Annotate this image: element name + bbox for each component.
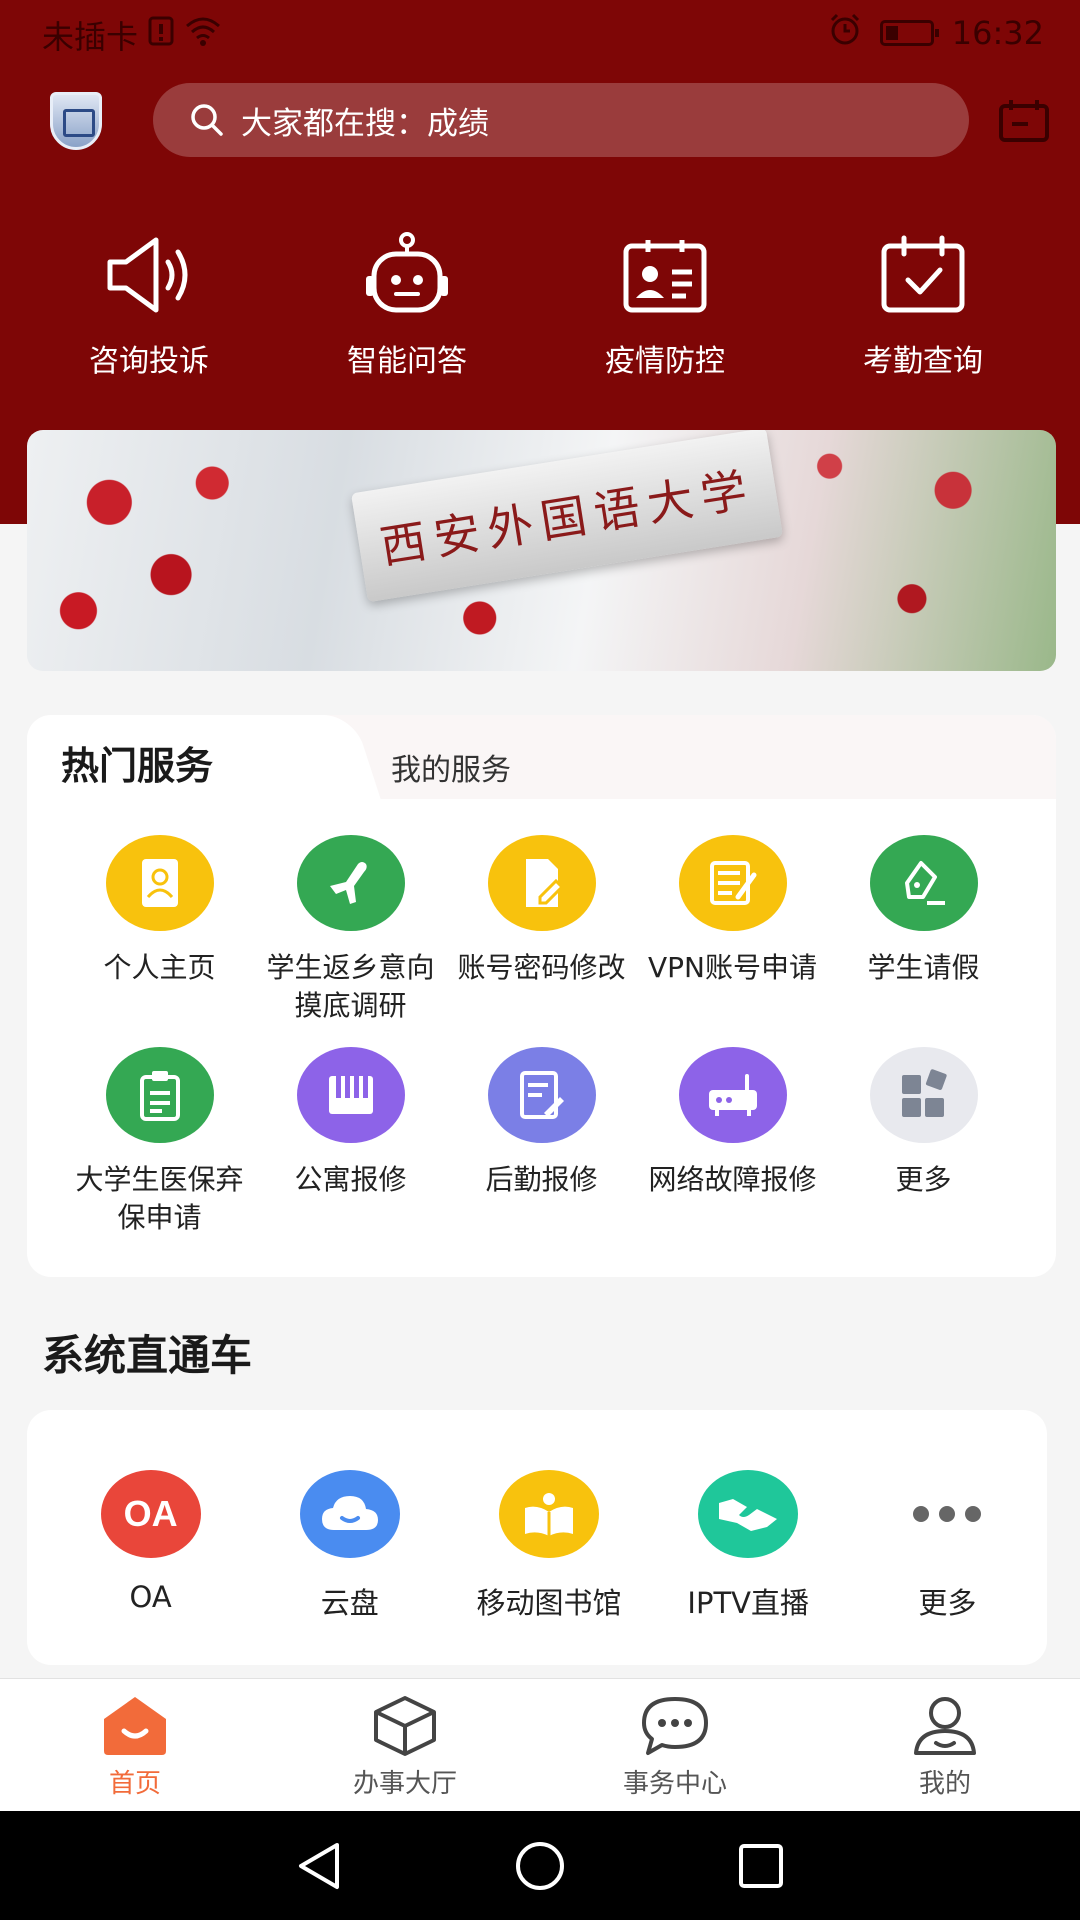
university-logo[interactable] bbox=[50, 92, 102, 150]
system-item-iptv[interactable]: IPTV直播 bbox=[649, 1470, 848, 1622]
services-tab-bar: 热门服务 我的服务 bbox=[27, 715, 1056, 799]
speaker-icon bbox=[107, 237, 188, 313]
nav-tab-affairs-center[interactable]: 事务中心 bbox=[540, 1679, 810, 1811]
service-label: 学生返乡意向摸底调研 bbox=[266, 951, 435, 1022]
search-bar[interactable]: 大家都在搜：成绩 bbox=[153, 83, 969, 157]
system-item-library[interactable]: 移动图书馆 bbox=[449, 1470, 648, 1622]
system-label: 云盘 bbox=[320, 1586, 379, 1620]
grid-more-icon bbox=[869, 1047, 978, 1143]
quick-nav: 咨询投诉 智能问答 疫情防控 考勤查询 bbox=[0, 232, 1080, 380]
service-label: 个人主页 bbox=[103, 951, 216, 984]
nav-tab-mine[interactable]: 我的 bbox=[810, 1679, 1080, 1811]
pen-icon bbox=[869, 835, 978, 931]
nav-tab-label: 首页 bbox=[108, 1769, 161, 1799]
search-icon bbox=[191, 104, 223, 136]
battery-icon bbox=[879, 20, 939, 46]
service-item-network-repair[interactable]: 网络故障报修 bbox=[637, 1047, 828, 1237]
service-item-logistics-repair[interactable]: 后勤报修 bbox=[446, 1047, 637, 1237]
form-icon bbox=[678, 835, 787, 931]
user-icon bbox=[914, 1697, 976, 1755]
campus-banner[interactable]: 西安外国语大学 bbox=[27, 430, 1056, 671]
system-label: 更多 bbox=[918, 1586, 977, 1620]
home-icon bbox=[104, 1697, 166, 1755]
quick-item-label: 咨询投诉 bbox=[89, 344, 209, 379]
nav-tab-service-hall[interactable]: 办事大厅 bbox=[270, 1679, 540, 1811]
service-item-vpn[interactable]: VPN账号申请 bbox=[637, 835, 828, 1025]
service-label: VPN账号申请 bbox=[648, 951, 817, 984]
quick-item-epidemic[interactable]: 疫情防控 bbox=[536, 232, 794, 380]
router-icon bbox=[678, 1047, 787, 1143]
service-item-password[interactable]: 账号密码修改 bbox=[446, 835, 637, 1025]
quick-item-label: 疫情防控 bbox=[605, 344, 725, 379]
service-item-dorm-repair[interactable]: 公寓报修 bbox=[255, 1047, 446, 1237]
quick-item-attendance[interactable]: 考勤查询 bbox=[794, 232, 1052, 380]
cloud-icon bbox=[299, 1470, 400, 1558]
tab-hot-services[interactable]: 热门服务 bbox=[27, 715, 339, 799]
handshake-icon bbox=[698, 1470, 799, 1558]
alarm-icon bbox=[828, 12, 862, 54]
service-label: 更多 bbox=[895, 1163, 952, 1196]
recents-icon[interactable] bbox=[737, 1842, 785, 1890]
carrier-text: 未插卡 bbox=[42, 18, 139, 56]
system-item-oa[interactable]: OA OA bbox=[51, 1470, 250, 1622]
service-label: 账号密码修改 bbox=[457, 951, 626, 984]
service-label: 后勤报修 bbox=[485, 1163, 598, 1196]
nav-tab-label: 事务中心 bbox=[622, 1769, 727, 1799]
system-label: IPTV直播 bbox=[687, 1586, 809, 1620]
system-label: 移动图书馆 bbox=[476, 1586, 622, 1620]
banner-sign: 西安外国语大学 bbox=[350, 430, 784, 603]
nav-tab-label: 办事大厅 bbox=[352, 1769, 457, 1799]
airplane-icon bbox=[296, 835, 405, 931]
repair-doc-icon bbox=[487, 1047, 596, 1143]
android-nav-bar bbox=[0, 1811, 1080, 1920]
more-dots-icon bbox=[897, 1470, 997, 1558]
id-card-icon bbox=[623, 240, 707, 313]
nav-tab-home[interactable]: 首页 bbox=[0, 1679, 270, 1811]
service-item-return-survey[interactable]: 学生返乡意向摸底调研 bbox=[255, 835, 446, 1025]
book-icon bbox=[499, 1470, 599, 1558]
clipboard-icon bbox=[105, 1047, 214, 1143]
system-item-cloud[interactable]: 云盘 bbox=[250, 1470, 449, 1622]
wifi-icon bbox=[184, 16, 222, 54]
calendar-icon[interactable] bbox=[998, 98, 1050, 148]
service-label: 公寓报修 bbox=[294, 1163, 407, 1196]
quick-item-consult[interactable]: 咨询投诉 bbox=[20, 232, 278, 380]
document-edit-icon bbox=[487, 835, 596, 931]
back-icon[interactable] bbox=[295, 1841, 343, 1891]
tab-my-services[interactable]: 我的服务 bbox=[391, 745, 511, 789]
home-circle-icon[interactable] bbox=[514, 1840, 566, 1892]
nav-tab-label: 我的 bbox=[918, 1769, 971, 1799]
system-item-more[interactable]: 更多 bbox=[848, 1470, 1047, 1622]
services-grid: 个人主页 学生返乡意向摸底调研 账号密码修改 VPN账号申请 学生请假 大学生医… bbox=[27, 835, 1056, 1237]
service-item-insurance[interactable]: 大学生医保弃保申请 bbox=[64, 1047, 255, 1237]
quick-item-label: 考勤查询 bbox=[863, 344, 983, 379]
search-placeholder: 大家都在搜：成绩 bbox=[241, 105, 489, 142]
profile-icon bbox=[105, 835, 214, 931]
system-section-title: 系统直通车 bbox=[42, 1331, 253, 1380]
service-item-more[interactable]: 更多 bbox=[828, 1047, 1019, 1237]
quick-item-label: 智能问答 bbox=[347, 344, 467, 379]
service-label: 网络故障报修 bbox=[648, 1163, 817, 1196]
status-bar: 未插卡 16:32 bbox=[0, 0, 1080, 64]
clock-text: 16:32 bbox=[951, 14, 1044, 52]
cube-icon bbox=[374, 1696, 436, 1756]
service-label: 学生请假 bbox=[867, 951, 980, 984]
chat-icon bbox=[642, 1697, 708, 1755]
quick-item-qa[interactable]: 智能问答 bbox=[278, 232, 536, 380]
calendar-check-icon bbox=[881, 235, 965, 313]
piano-icon bbox=[296, 1047, 405, 1143]
service-item-profile[interactable]: 个人主页 bbox=[64, 835, 255, 1025]
system-card: OA OA 云盘 移动图书馆 IPTV直播 更多 bbox=[27, 1410, 1047, 1665]
bottom-nav: 首页 办事大厅 事务中心 我的 bbox=[0, 1678, 1080, 1811]
service-item-leave[interactable]: 学生请假 bbox=[828, 835, 1019, 1025]
oa-icon: OA bbox=[100, 1470, 201, 1558]
sim-alert-icon bbox=[148, 16, 174, 54]
services-card: 热门服务 我的服务 个人主页 学生返乡意向摸底调研 账号密码修改 VPN账号申请… bbox=[27, 715, 1056, 1277]
robot-icon bbox=[366, 232, 448, 313]
service-label: 大学生医保弃保申请 bbox=[75, 1163, 244, 1234]
system-label: OA bbox=[129, 1580, 172, 1614]
